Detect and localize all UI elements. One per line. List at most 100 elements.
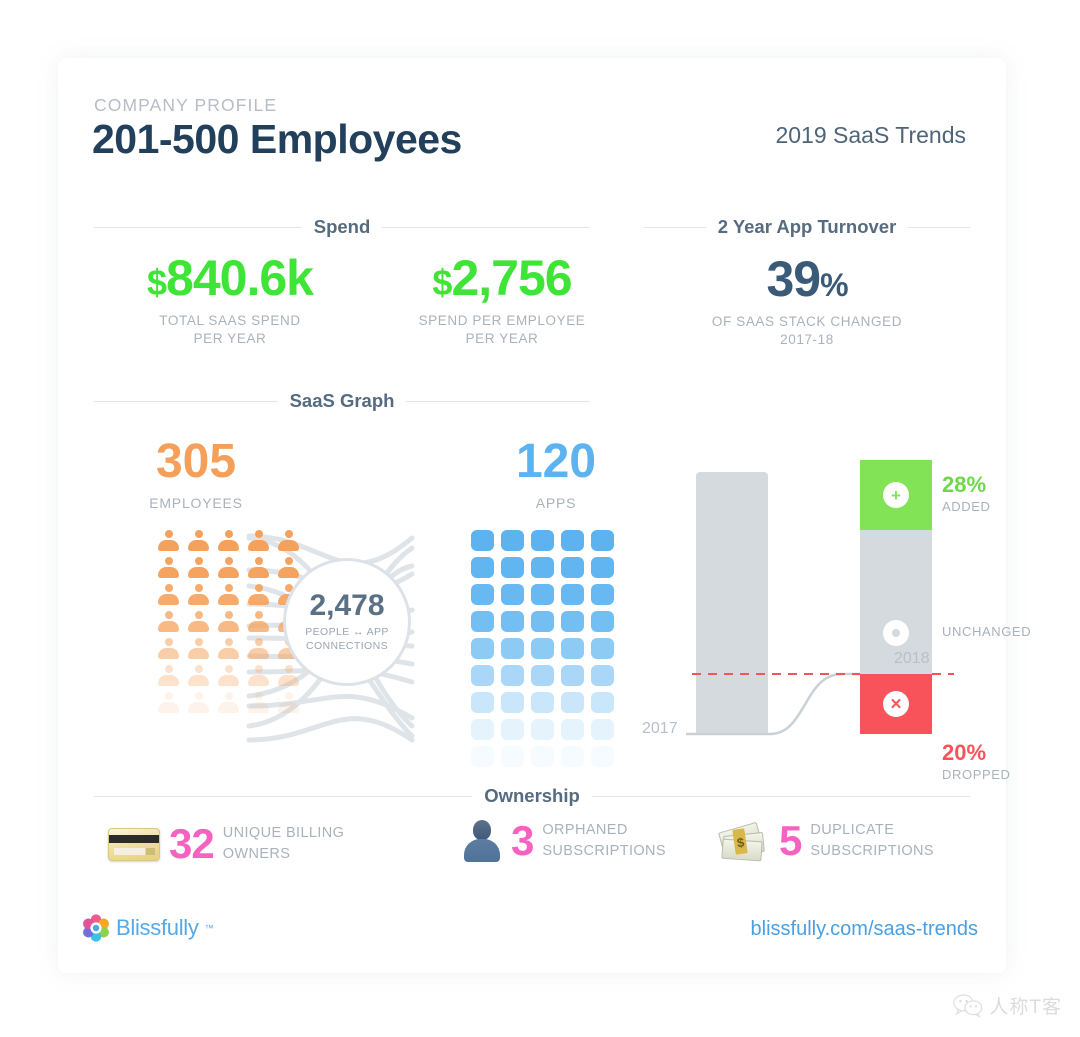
trademark-symbol: ™ <box>204 923 214 933</box>
value: 840.6k <box>166 250 314 306</box>
app-tile-icon <box>501 638 524 659</box>
person-icon <box>187 530 210 551</box>
rule-right <box>591 795 971 797</box>
axis-label-2017: 2017 <box>642 720 678 737</box>
app-tile-icon <box>531 584 554 605</box>
apps-caption: APPS <box>535 495 577 511</box>
value: 39 <box>766 251 821 307</box>
money-stack-icon: $ <box>716 821 770 862</box>
person-silhouette-icon <box>462 820 502 863</box>
person-icon <box>187 692 210 713</box>
section-header-spend: Spend <box>94 216 590 238</box>
stat-turnover-caption: OF SAAS STACK CHANGED 2017-18 <box>711 314 903 348</box>
person-icon <box>277 692 300 713</box>
ownership-item-duplicate-subscriptions: $ 5 DUPLICATE SUBSCRIPTIONS <box>716 820 934 862</box>
app-tile-icon <box>531 746 554 767</box>
employees-count: 305 <box>155 435 237 488</box>
billing-owners-value: 32 <box>169 820 215 868</box>
app-tile-icon <box>471 719 494 740</box>
page-kicker: COMPANY PROFILE <box>94 95 278 115</box>
person-icon <box>187 611 210 632</box>
app-tile-icon <box>561 584 584 605</box>
app-tile-icon <box>591 746 614 767</box>
percent-symbol: % <box>820 267 848 303</box>
currency-symbol: $ <box>147 262 167 303</box>
apps-grid <box>471 530 614 767</box>
bar-segment-dropped: ✕ <box>860 674 932 734</box>
app-tile-icon <box>471 638 494 659</box>
app-tile-icon <box>471 692 494 713</box>
person-icon <box>157 584 180 605</box>
label-unchanged: UNCHANGED <box>942 624 1031 639</box>
person-icon <box>247 557 270 578</box>
apps-count: 120 <box>515 435 597 488</box>
rule-right <box>908 226 970 228</box>
label-dropped: 20% DROPPED <box>942 740 1011 783</box>
person-icon <box>157 665 180 686</box>
connections-circle: 2,478 PEOPLE ↔ APP CONNECTIONS <box>283 558 411 686</box>
person-icon <box>277 530 300 551</box>
wechat-icon <box>953 993 983 1018</box>
person-icon <box>217 584 240 605</box>
app-tile-icon <box>591 584 614 605</box>
stat-per-employee-caption: SPEND PER EMPLOYEE PER YEAR <box>418 313 586 347</box>
rule-right <box>406 400 591 402</box>
person-icon <box>247 638 270 659</box>
employees-caption: EMPLOYEES <box>149 495 243 511</box>
site-link[interactable]: blissfully.com/saas-trends <box>751 918 978 941</box>
section-header-saas-graph: SaaS Graph <box>94 390 591 412</box>
brand-logo[interactable]: Blissfully ™ <box>82 914 214 942</box>
app-tile-icon <box>471 557 494 578</box>
app-tile-icon <box>591 638 614 659</box>
app-tile-icon <box>561 746 584 767</box>
app-tile-icon <box>591 611 614 632</box>
app-tile-icon <box>471 665 494 686</box>
report-name: 2019 SaaS Trends <box>775 122 966 148</box>
section-header-turnover: 2 Year App Turnover <box>644 216 970 238</box>
stat-per-employee-value: $2,756 <box>378 253 626 303</box>
app-tile-icon <box>471 611 494 632</box>
billing-owners-label: UNIQUE BILLING OWNERS <box>222 825 345 863</box>
orphaned-subscriptions-value: 3 <box>511 817 534 865</box>
app-tile-icon <box>561 719 584 740</box>
app-tile-icon <box>501 746 524 767</box>
app-tile-icon <box>471 746 494 767</box>
person-icon <box>157 638 180 659</box>
added-percent: 28% <box>942 472 987 497</box>
ownership-item-orphaned-subscriptions: 3 ORPHANED SUBSCRIPTIONS <box>462 817 666 865</box>
app-tile-icon <box>531 719 554 740</box>
person-icon <box>187 665 210 686</box>
person-icon <box>217 611 240 632</box>
app-tile-icon <box>591 557 614 578</box>
app-tile-icon <box>531 638 554 659</box>
rule-left <box>94 226 302 228</box>
app-tile-icon <box>531 530 554 551</box>
connections-value: 2,478 <box>309 589 385 623</box>
app-tile-icon <box>591 719 614 740</box>
dropped-percent: 20% <box>942 740 987 765</box>
app-tile-icon <box>591 665 614 686</box>
app-tile-icon <box>561 611 584 632</box>
ownership-item-billing-owners: 32 UNIQUE BILLING OWNERS <box>108 823 344 865</box>
person-icon <box>187 584 210 605</box>
app-tile-icon <box>561 665 584 686</box>
rule-left <box>644 226 706 228</box>
people-grid <box>157 530 300 713</box>
credit-card-icon <box>108 827 160 861</box>
label-added: 28% ADDED <box>942 472 991 515</box>
axis-label-2018: 2018 <box>894 650 930 667</box>
added-name: ADDED <box>942 499 991 514</box>
person-icon <box>217 530 240 551</box>
person-icon <box>247 584 270 605</box>
section-label-spend: Spend <box>313 216 371 237</box>
person-icon <box>247 692 270 713</box>
person-icon <box>187 557 210 578</box>
person-icon <box>247 665 270 686</box>
stat-total-spend-caption: TOTAL SAAS SPEND PER YEAR <box>159 313 301 347</box>
stat-total-saas-spend: $840.6k TOTAL SAAS SPEND PER YEAR <box>106 253 354 348</box>
app-tile-icon <box>501 665 524 686</box>
app-tile-icon <box>531 611 554 632</box>
section-label-ownership: Ownership <box>484 785 580 806</box>
app-tile-icon <box>501 611 524 632</box>
stat-turnover-value: 39% <box>644 254 970 304</box>
